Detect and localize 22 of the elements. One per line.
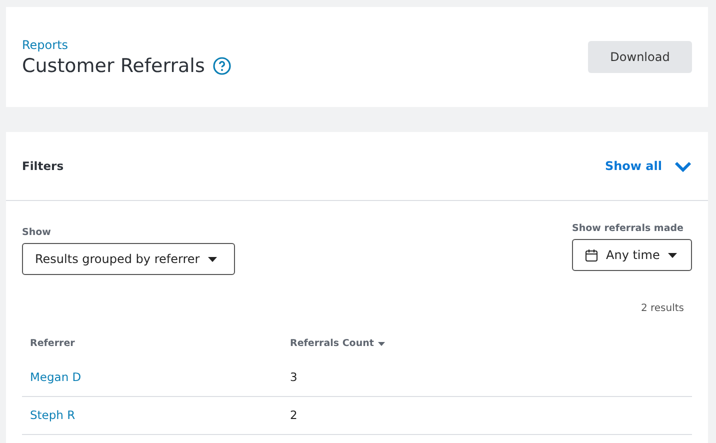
download-button[interactable]: Download bbox=[588, 41, 692, 73]
referral-count: 2 bbox=[290, 408, 298, 422]
caret-icon bbox=[208, 256, 217, 262]
referral-count: 3 bbox=[290, 370, 298, 384]
calendar-icon bbox=[585, 248, 598, 262]
results-count: 2 results bbox=[640, 302, 685, 314]
page-title: Customer Referrals bbox=[22, 54, 205, 76]
period-dropdown[interactable]: Any time bbox=[572, 239, 692, 271]
help-icon[interactable] bbox=[212, 56, 231, 74]
show-all-toggle[interactable]: Show all bbox=[604, 159, 692, 173]
referrer-link[interactable]: Steph R bbox=[30, 408, 76, 422]
referrer-link[interactable]: Megan D bbox=[30, 370, 82, 384]
caret-icon bbox=[668, 252, 677, 258]
breadcrumb-link[interactable]: Reports bbox=[22, 38, 231, 52]
period-label: Show referrals made bbox=[572, 223, 684, 234]
filters-title: Filters bbox=[22, 159, 64, 173]
column-header[interactable]: Referrer bbox=[30, 338, 75, 348]
column-header[interactable]: Referrals Count bbox=[290, 338, 385, 348]
sort-caret-icon bbox=[378, 342, 385, 346]
chevron-down-icon bbox=[674, 160, 692, 172]
show-label: Show bbox=[22, 227, 52, 238]
grouping-dropdown[interactable]: Results grouped by referrer bbox=[22, 243, 235, 275]
